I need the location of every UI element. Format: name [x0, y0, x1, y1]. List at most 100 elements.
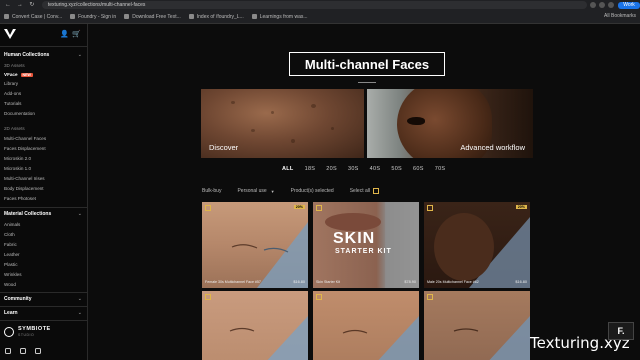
sidebar-item-documentation[interactable]: Documentation: [4, 111, 35, 116]
filter-50s[interactable]: 50S: [391, 166, 402, 172]
favicon-icon: [188, 14, 194, 19]
sidebar-item-fabric[interactable]: Fabric: [4, 242, 17, 247]
divider: [0, 207, 88, 208]
facebook-icon[interactable]: [35, 348, 41, 354]
chevron-down-icon[interactable]: ⌄: [78, 310, 82, 316]
sidebar-item-faces-photoset[interactable]: Faces Photoset: [4, 196, 36, 201]
sidebar-item-wood[interactable]: Wood: [4, 282, 16, 287]
bulk-buy-label: Bulk-buy: [202, 188, 222, 194]
card-checkbox[interactable]: [205, 294, 211, 300]
community-heading[interactable]: Community: [4, 296, 32, 302]
age-filter-bar: ALL 18S 20S 30S 40S 50S 60S 70S: [282, 166, 456, 172]
skin-kit-title: SKIN: [333, 230, 376, 247]
filter-all[interactable]: ALL: [282, 166, 294, 172]
bookmark-item[interactable]: Learnings from was...: [251, 14, 308, 20]
product-name: Skin Starter Kit: [316, 280, 340, 284]
product-price: $16.80: [515, 280, 527, 284]
title-underline: [358, 82, 376, 83]
sidebar-item-multi-channel-irises[interactable]: Multi-Channel Irises: [4, 176, 45, 181]
product-price: $16.80: [293, 280, 305, 284]
extension-icon[interactable]: [599, 2, 606, 8]
instagram-icon[interactable]: [20, 348, 26, 354]
sidebar-item-cloth[interactable]: Cloth: [4, 232, 15, 237]
filter-70s[interactable]: 70S: [435, 166, 446, 172]
product-thumbnail: [229, 316, 308, 360]
product-card[interactable]: [424, 291, 530, 360]
select-all-checkbox[interactable]: [372, 188, 379, 194]
sidebar-item-multi-channel-faces[interactable]: Multi-Channel Faces: [4, 136, 46, 141]
divider: [0, 292, 88, 293]
select-all-toggle[interactable]: Select all: [350, 188, 379, 194]
main-content: Multi-channel Faces Discover Advanced wo…: [88, 24, 640, 360]
site-logo-icon[interactable]: [4, 29, 16, 39]
sidebar-item-body-displacement[interactable]: Body Displacement: [4, 186, 44, 191]
symbiote-logo[interactable]: SYMBIOTE STUDIO: [4, 326, 51, 338]
filter-20s[interactable]: 20S: [326, 166, 337, 172]
sidebar-item-microskin-2[interactable]: Microskin 2.0: [4, 156, 31, 161]
sidebar-item-microskin-1[interactable]: Microskin 1.0: [4, 166, 31, 171]
symbiote-mark-icon: [4, 327, 14, 337]
sidebar-item-leather[interactable]: Leather: [4, 252, 20, 257]
browser-chrome: ← → ↻ texturing.xyz/collections/multi-ch…: [0, 0, 640, 24]
bookmark-item[interactable]: Foundry - Sign in: [70, 14, 116, 20]
new-badge: NEW: [20, 73, 33, 77]
card-checkbox[interactable]: [427, 294, 433, 300]
filter-18s[interactable]: 18S: [305, 166, 316, 172]
product-card[interactable]: [313, 291, 419, 360]
human-collections-heading[interactable]: Human Collections: [4, 52, 49, 58]
filter-40s[interactable]: 40S: [370, 166, 381, 172]
sidebar-item-faces-displacement[interactable]: Faces Displacement: [4, 146, 46, 151]
filter-60s[interactable]: 60S: [413, 166, 424, 172]
product-price: $78.90: [404, 280, 416, 284]
chevron-down-icon[interactable]: ⌄: [78, 211, 82, 217]
sidebar-item-plastic[interactable]: Plastic: [4, 262, 18, 267]
hero-advanced-workflow[interactable]: Advanced workflow: [367, 89, 533, 158]
favicon-icon: [70, 14, 76, 19]
chevron-down-icon[interactable]: ⌄: [78, 296, 82, 302]
back-icon[interactable]: ←: [4, 1, 12, 9]
forward-icon[interactable]: →: [16, 1, 24, 9]
bookmark-item[interactable]: Convert Case | Conv...: [4, 14, 62, 20]
address-row: ← → ↻ texturing.xyz/collections/multi-ch…: [0, 0, 640, 10]
product-thumbnail: [434, 213, 530, 288]
card-checkbox[interactable]: [205, 205, 211, 211]
sidebar-item-tutorials[interactable]: Tutorials: [4, 101, 21, 106]
skin-kit-subtitle: STARTER KIT: [335, 248, 392, 255]
sidebar-item-library[interactable]: Library: [4, 81, 18, 86]
bulk-buy-toolbar: Bulk-buy Personal use ▼ Product(s) select…: [202, 186, 532, 196]
product-card[interactable]: 20% Male 20s Multichannel Face #62 $16.8…: [424, 202, 530, 288]
chevron-down-icon[interactable]: ⌄: [78, 52, 82, 58]
hero-discover-label: Discover: [209, 143, 239, 152]
card-checkbox[interactable]: [316, 205, 322, 211]
reload-icon[interactable]: ↻: [28, 1, 36, 9]
card-checkbox[interactable]: [427, 205, 433, 211]
license-select[interactable]: Personal use ▼: [237, 188, 274, 194]
filter-30s[interactable]: 30S: [348, 166, 359, 172]
sidebar-item-addons[interactable]: Add-ons: [4, 91, 21, 96]
sidebar-item-animals[interactable]: Animals: [4, 222, 20, 227]
card-checkbox[interactable]: [316, 294, 322, 300]
bookmark-item[interactable]: Download Free Text...: [124, 14, 181, 20]
cart-icon[interactable]: 🛒: [72, 30, 81, 38]
product-card[interactable]: SKIN STARTER KIT Skin Starter Kit $78.90: [313, 202, 419, 288]
extension-icon[interactable]: [590, 2, 597, 8]
extension-icon[interactable]: [608, 2, 615, 8]
bookmark-item[interactable]: Index of /foundry_L...: [188, 14, 244, 20]
social-links: [5, 348, 50, 354]
product-card[interactable]: 20% Female 30s Multichannel Face #57 $16…: [202, 202, 308, 288]
sidebar-item-wrinkles[interactable]: Wrinkles: [4, 272, 22, 277]
learn-heading[interactable]: Learn: [4, 310, 18, 316]
product-thumbnail: [342, 316, 419, 360]
material-collections-heading[interactable]: Material Collections: [4, 211, 51, 217]
sidebar-item-vface[interactable]: VFace NEW: [4, 72, 33, 77]
all-bookmarks-button[interactable]: All Bookmarks: [604, 13, 636, 19]
hero-discover[interactable]: Discover: [201, 89, 364, 158]
youtube-icon[interactable]: [5, 348, 11, 354]
divider: [0, 46, 88, 47]
product-card[interactable]: [202, 291, 308, 360]
discount-badge: 20%: [515, 205, 527, 209]
profile-button[interactable]: Work: [618, 1, 640, 9]
address-bar[interactable]: texturing.xyz/collections/multi-channel-…: [41, 1, 588, 9]
discount-badge: 20%: [293, 205, 305, 209]
account-icon[interactable]: 👤: [60, 30, 69, 38]
